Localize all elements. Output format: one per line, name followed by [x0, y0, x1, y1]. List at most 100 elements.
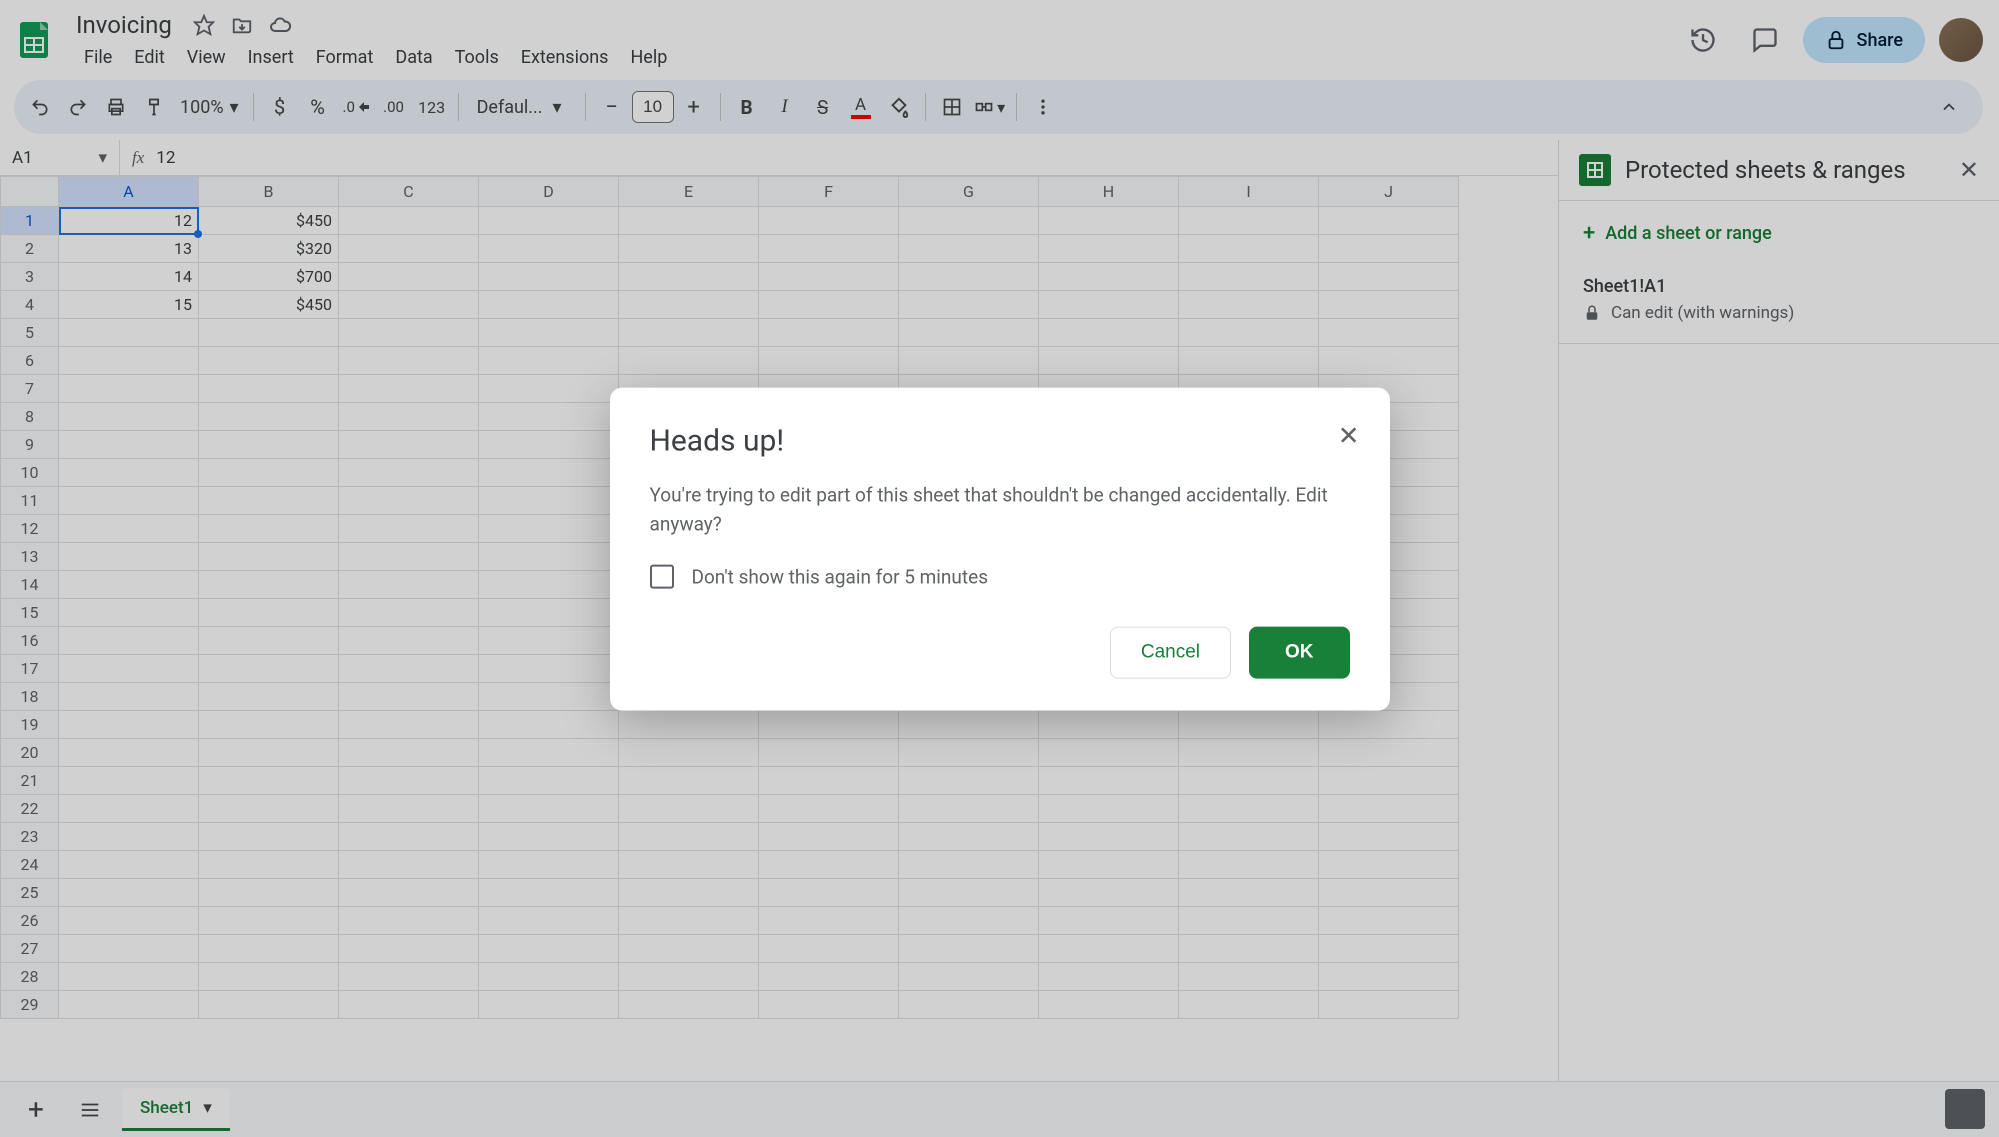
cell[interactable] [899, 767, 1039, 795]
cell[interactable] [1039, 935, 1179, 963]
cell[interactable] [339, 319, 479, 347]
cell[interactable] [619, 347, 759, 375]
cell[interactable] [479, 431, 619, 459]
cell[interactable] [899, 823, 1039, 851]
row-header[interactable]: 9 [1, 431, 59, 459]
cell[interactable] [1319, 291, 1459, 319]
text-color-button[interactable]: A [843, 89, 879, 125]
cell[interactable]: 15 [59, 291, 199, 319]
cell[interactable] [339, 207, 479, 235]
add-sheet-button[interactable]: + [14, 1088, 58, 1132]
cancel-button[interactable]: Cancel [1110, 627, 1231, 679]
star-icon[interactable] [190, 11, 218, 39]
cell[interactable] [479, 571, 619, 599]
percent-button[interactable]: % [300, 89, 336, 125]
cell[interactable] [59, 459, 199, 487]
cell[interactable] [339, 571, 479, 599]
cell[interactable] [1039, 711, 1179, 739]
cell[interactable] [59, 935, 199, 963]
cell[interactable]: 14 [59, 263, 199, 291]
cell[interactable] [1039, 795, 1179, 823]
cell[interactable] [479, 683, 619, 711]
strikethrough-button[interactable]: S [805, 89, 841, 125]
cell[interactable] [759, 879, 899, 907]
cell[interactable] [479, 263, 619, 291]
cell[interactable] [479, 375, 619, 403]
redo-button[interactable] [60, 89, 96, 125]
cell[interactable] [199, 431, 339, 459]
menu-file[interactable]: File [74, 43, 122, 72]
row-header[interactable]: 3 [1, 263, 59, 291]
cell[interactable] [479, 739, 619, 767]
cell[interactable] [339, 543, 479, 571]
cell[interactable] [1039, 207, 1179, 235]
cell[interactable] [1039, 963, 1179, 991]
cell[interactable] [479, 515, 619, 543]
cell[interactable] [1319, 207, 1459, 235]
cell[interactable] [339, 739, 479, 767]
cell[interactable] [1179, 347, 1319, 375]
cell[interactable] [199, 711, 339, 739]
cell[interactable] [59, 907, 199, 935]
cell[interactable] [199, 851, 339, 879]
cell[interactable] [759, 991, 899, 1019]
cell[interactable] [59, 851, 199, 879]
cell[interactable] [1319, 823, 1459, 851]
cell[interactable] [59, 515, 199, 543]
menu-insert[interactable]: Insert [238, 43, 304, 72]
cell[interactable] [1319, 767, 1459, 795]
cell[interactable] [1179, 235, 1319, 263]
row-header[interactable]: 2 [1, 235, 59, 263]
cell[interactable] [619, 767, 759, 795]
cell[interactable] [1179, 711, 1319, 739]
cell[interactable] [339, 599, 479, 627]
menu-edit[interactable]: Edit [124, 43, 174, 72]
cell[interactable] [1319, 795, 1459, 823]
cell[interactable] [339, 515, 479, 543]
cell[interactable] [759, 907, 899, 935]
cell[interactable] [1319, 879, 1459, 907]
cell[interactable] [59, 655, 199, 683]
cell[interactable] [899, 963, 1039, 991]
cell[interactable] [479, 767, 619, 795]
cell[interactable] [59, 431, 199, 459]
cell[interactable] [479, 403, 619, 431]
cell[interactable] [1179, 879, 1319, 907]
cell[interactable] [59, 739, 199, 767]
cell[interactable] [199, 655, 339, 683]
cell[interactable]: 12 [59, 207, 199, 235]
cell[interactable] [339, 431, 479, 459]
cell[interactable] [339, 627, 479, 655]
row-header[interactable]: 7 [1, 375, 59, 403]
cell[interactable] [59, 963, 199, 991]
cell[interactable] [59, 991, 199, 1019]
cell[interactable] [59, 403, 199, 431]
cell[interactable] [59, 347, 199, 375]
col-header-a[interactable]: A [59, 177, 199, 207]
cell[interactable] [199, 347, 339, 375]
cell[interactable] [59, 627, 199, 655]
cell[interactable] [59, 375, 199, 403]
cell[interactable] [479, 907, 619, 935]
cell[interactable] [899, 711, 1039, 739]
cell[interactable] [339, 823, 479, 851]
formula-bar[interactable]: 12 [156, 148, 175, 168]
cell[interactable] [619, 263, 759, 291]
cell[interactable] [199, 907, 339, 935]
cell[interactable] [1179, 851, 1319, 879]
cell[interactable] [339, 711, 479, 739]
bold-button[interactable]: B [729, 89, 765, 125]
col-header-g[interactable]: G [899, 177, 1039, 207]
cell[interactable] [479, 487, 619, 515]
cell[interactable] [899, 907, 1039, 935]
row-header[interactable]: 28 [1, 963, 59, 991]
cell[interactable]: $450 [199, 207, 339, 235]
row-header[interactable]: 18 [1, 683, 59, 711]
cell[interactable] [59, 487, 199, 515]
cell[interactable] [339, 235, 479, 263]
format-123-button[interactable]: 123 [414, 89, 450, 125]
cell[interactable] [339, 487, 479, 515]
cell[interactable] [1039, 851, 1179, 879]
cell[interactable] [479, 823, 619, 851]
cell[interactable] [899, 207, 1039, 235]
